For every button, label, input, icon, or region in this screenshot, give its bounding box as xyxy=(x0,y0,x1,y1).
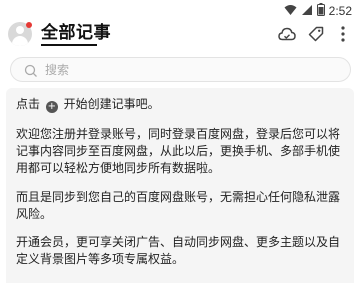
title-underline xyxy=(41,44,97,46)
welcome-paragraph: 欢迎您注册并登录账号，同时登录百度网盘，登录后您可以将记事内容同步至百度网盘，从… xyxy=(16,127,341,175)
search-input[interactable] xyxy=(45,61,335,79)
search-icon xyxy=(24,63,38,82)
note-card[interactable]: 点击 + 开始创建记事吧。 欢迎您注册并登录账号，同时登录百度网盘，登录后您可以… xyxy=(6,88,354,283)
status-time: 2:52 xyxy=(328,3,352,18)
more-vertical-icon[interactable] xyxy=(333,24,353,44)
membership-paragraph: 开通会员，更可享关闭广告、自动同步网盘、更多主题以及自定义背景图片等多项专属权益… xyxy=(16,235,341,266)
status-bar: 2:52 xyxy=(0,0,360,18)
app-bar: 全部记事 xyxy=(0,18,360,50)
search-bar[interactable] xyxy=(10,57,351,82)
tag-icon[interactable] xyxy=(306,24,326,44)
page-title[interactable]: 全部记事 xyxy=(41,23,111,43)
add-note-icon: + xyxy=(45,101,58,113)
create-tip: 点击 + 开始创建记事吧。 xyxy=(16,97,160,113)
cloud-sync-icon[interactable] xyxy=(277,24,297,44)
privacy-paragraph: 而且是同步到您自己的百度网盘账号，无需担心任何隐私泄露风险。 xyxy=(16,190,341,221)
notification-dot xyxy=(26,22,32,28)
